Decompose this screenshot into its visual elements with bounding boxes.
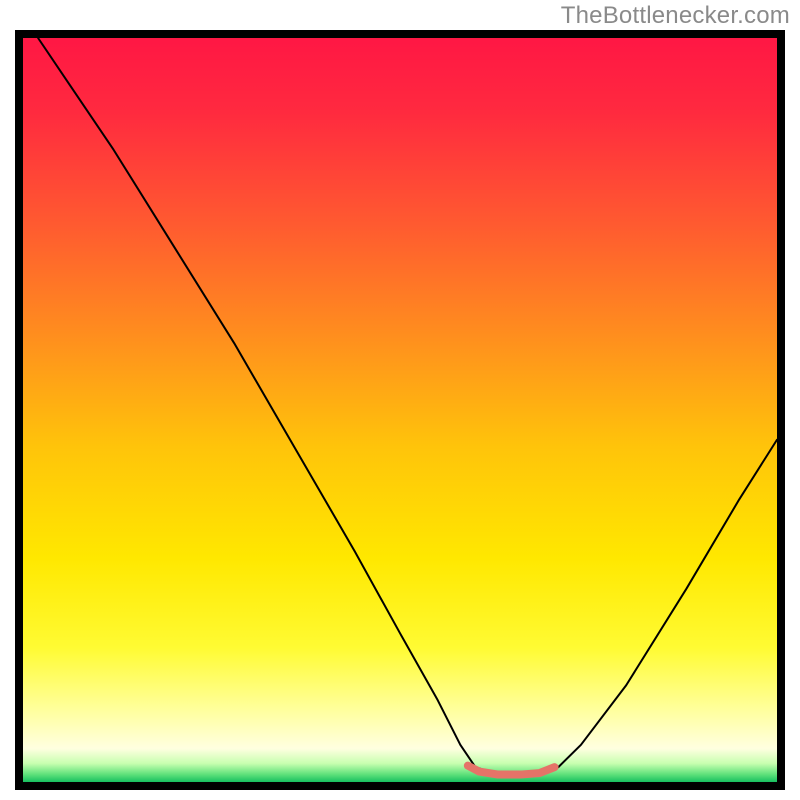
bottleneck-chart — [15, 30, 785, 790]
watermark-text: TheBottlenecker.com — [561, 2, 790, 30]
chart-svg — [15, 30, 785, 790]
chart-container: TheBottlenecker.com — [0, 0, 800, 800]
